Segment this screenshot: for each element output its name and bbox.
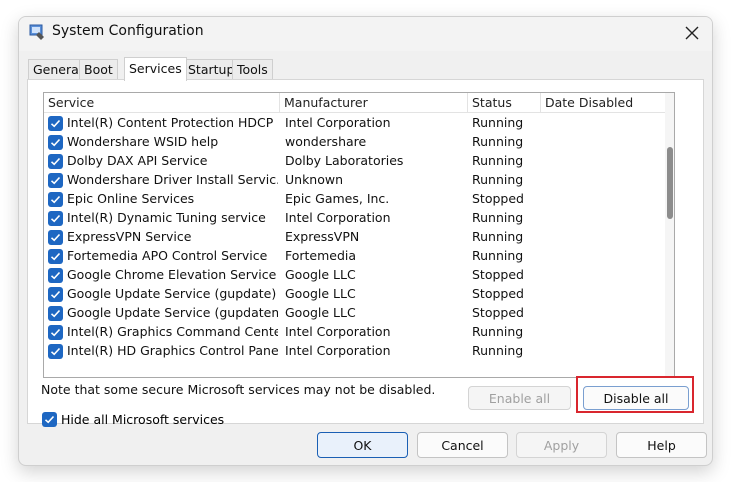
disable-all-button[interactable]: Disable all <box>583 386 689 410</box>
close-icon[interactable] <box>672 17 712 49</box>
checkbox-checked-icon[interactable] <box>48 135 63 150</box>
enable-all-label: Enable all <box>488 390 551 406</box>
enable-all-button[interactable]: Enable all <box>468 386 571 410</box>
status-cell: Running <box>472 134 524 149</box>
tab-startup[interactable]: Startup <box>183 59 240 80</box>
checkbox-checked-icon[interactable] <box>48 249 63 264</box>
scrollbar-thumb[interactable] <box>667 147 673 219</box>
service-name-cell: Fortemedia APO Control Service <box>67 248 268 263</box>
service-name-cell: Intel(R) Dynamic Tuning service <box>67 210 266 225</box>
checkbox-checked-icon[interactable] <box>48 173 63 188</box>
checkbox-checked-icon[interactable] <box>48 116 63 131</box>
table-row[interactable]: Intel(R) Graphics Command Cente... Intel … <box>44 323 667 342</box>
service-name-cell: Wondershare Driver Install Servic... <box>67 172 278 187</box>
service-name-cell: Dolby DAX API Service <box>67 153 208 168</box>
service-rows: Intel(R) Content Protection HDCP ... Inte… <box>44 114 667 361</box>
service-name-cell: Google Update Service (gupdate) <box>67 286 277 301</box>
list-header: Service Manufacturer Status Date Disable… <box>44 93 667 113</box>
apply-label: Apply <box>543 437 580 453</box>
service-name-cell: Intel(R) Graphics Command Cente... <box>67 324 278 339</box>
manufacturer-cell: Unknown <box>285 172 344 187</box>
table-row[interactable]: Intel(R) Dynamic Tuning service Intel Cor… <box>44 209 667 228</box>
status-cell: Stopped <box>472 267 524 282</box>
manufacturer-cell: wondershare <box>285 134 367 149</box>
cancel-button[interactable]: Cancel <box>417 432 508 458</box>
tab-boot[interactable]: Boot <box>79 59 118 80</box>
service-name-cell: ExpressVPN Service <box>67 229 192 244</box>
column-header-date-disabled[interactable]: Date Disabled <box>541 93 667 113</box>
table-row[interactable]: Fortemedia APO Control Service Fortemedia… <box>44 247 667 266</box>
ok-label: OK <box>353 437 372 453</box>
table-row[interactable]: Google Update Service (gupdatem) Google L… <box>44 304 667 323</box>
help-button[interactable]: Help <box>616 432 707 458</box>
table-row[interactable]: Wondershare WSID help wondershare Running <box>44 133 667 152</box>
manufacturer-cell: Intel Corporation <box>285 210 391 225</box>
manufacturer-cell: Fortemedia <box>285 248 357 263</box>
cancel-label: Cancel <box>441 437 484 453</box>
status-cell: Running <box>472 343 524 358</box>
service-name-cell: Google Chrome Elevation Service ... <box>67 267 278 282</box>
services-panel: Service Manufacturer Status Date Disable… <box>27 79 704 427</box>
title-bar: System Configuration <box>19 17 712 51</box>
tab-tools[interactable]: Tools <box>232 59 273 80</box>
table-row[interactable]: Intel(R) HD Graphics Control Pane... Inte… <box>44 342 667 361</box>
help-label: Help <box>647 437 676 453</box>
manufacturer-cell: Intel Corporation <box>285 343 391 358</box>
checkbox-checked-icon[interactable] <box>48 287 63 302</box>
status-cell: Running <box>472 210 524 225</box>
manufacturer-cell: Google LLC <box>285 305 356 320</box>
disable-all-label: Disable all <box>603 390 669 406</box>
status-cell: Stopped <box>472 305 524 320</box>
column-header-manufacturer[interactable]: Manufacturer <box>280 93 468 113</box>
checkbox-checked-icon[interactable] <box>48 325 63 340</box>
table-row[interactable]: ExpressVPN Service ExpressVPN Running <box>44 228 667 247</box>
secure-services-note: Note that some secure Microsoft services… <box>41 382 436 397</box>
msconfig-icon <box>28 23 46 41</box>
checkbox-checked-icon[interactable] <box>48 306 63 321</box>
status-cell: Stopped <box>472 191 524 206</box>
table-row[interactable]: Dolby DAX API Service Dolby Laboratories R… <box>44 152 667 171</box>
manufacturer-cell: Intel Corporation <box>285 115 391 130</box>
services-list[interactable]: Service Manufacturer Status Date Disable… <box>43 92 675 378</box>
apply-button[interactable]: Apply <box>516 432 607 458</box>
manufacturer-cell: Epic Games, Inc. <box>285 191 390 206</box>
status-cell: Running <box>472 324 524 339</box>
column-header-status[interactable]: Status <box>468 93 541 113</box>
vertical-scrollbar[interactable] <box>665 93 674 377</box>
service-name-cell: Epic Online Services <box>67 191 195 206</box>
ok-button[interactable]: OK <box>317 432 408 458</box>
checkbox-checked-icon[interactable] <box>48 230 63 245</box>
manufacturer-cell: Dolby Laboratories <box>285 153 404 168</box>
status-cell: Running <box>472 153 524 168</box>
manufacturer-cell: ExpressVPN <box>285 229 360 244</box>
status-cell: Stopped <box>472 286 524 301</box>
system-configuration-window: System Configuration General Boot Servic… <box>18 16 713 466</box>
checkbox-checked-icon[interactable] <box>48 268 63 283</box>
table-row[interactable]: Epic Online Services Epic Games, Inc. Stop… <box>44 190 667 209</box>
checkbox-checked-icon[interactable] <box>42 412 57 427</box>
service-name-cell: Google Update Service (gupdatem) <box>67 305 278 320</box>
checkbox-checked-icon[interactable] <box>48 344 63 359</box>
manufacturer-cell: Google LLC <box>285 286 356 301</box>
column-header-service[interactable]: Service <box>44 93 280 113</box>
service-name-cell: Intel(R) HD Graphics Control Pane... <box>67 343 278 358</box>
status-cell: Running <box>472 229 524 244</box>
table-row[interactable]: Google Update Service (gupdate) Google LL… <box>44 285 667 304</box>
checkbox-checked-icon[interactable] <box>48 211 63 226</box>
status-cell: Running <box>472 115 524 130</box>
service-name-cell: Wondershare WSID help <box>67 134 219 149</box>
table-row[interactable]: Wondershare Driver Install Servic... Unkn… <box>44 171 667 190</box>
manufacturer-cell: Intel Corporation <box>285 324 391 339</box>
table-row[interactable]: Intel(R) Content Protection HDCP ... Inte… <box>44 114 667 133</box>
status-cell: Running <box>472 248 524 263</box>
checkbox-checked-icon[interactable] <box>48 154 63 169</box>
hide-microsoft-services-label: Hide all Microsoft services <box>61 412 225 427</box>
tab-services[interactable]: Services <box>124 57 187 81</box>
service-name-cell: Intel(R) Content Protection HDCP ... <box>67 115 278 130</box>
table-row[interactable]: Google Chrome Elevation Service ... Googl… <box>44 266 667 285</box>
window-title: System Configuration <box>52 23 204 39</box>
manufacturer-cell: Google LLC <box>285 267 356 282</box>
status-cell: Running <box>472 172 524 187</box>
checkbox-checked-icon[interactable] <box>48 192 63 207</box>
